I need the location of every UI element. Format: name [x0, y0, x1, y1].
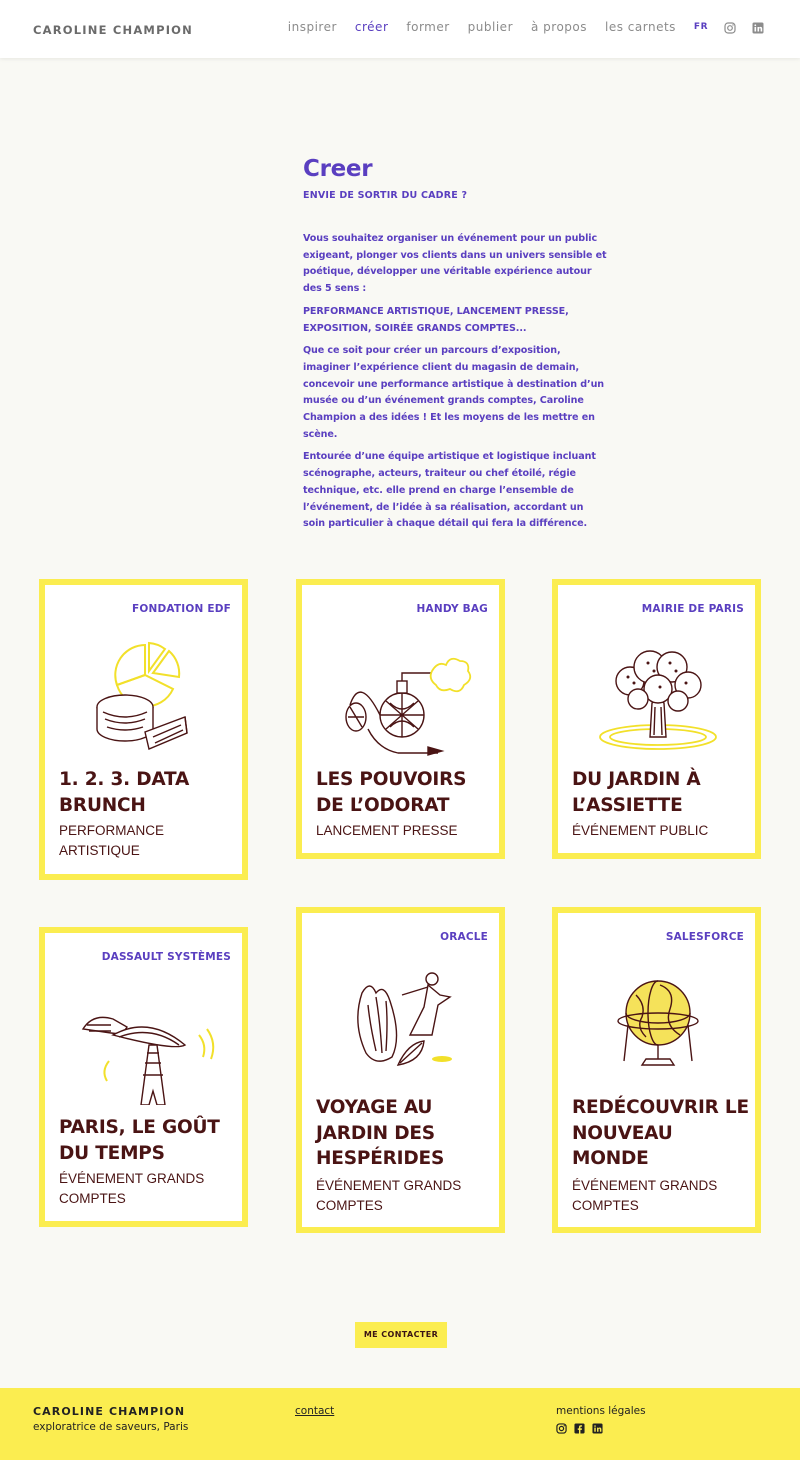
project-card[interactable]: DASSAULT SYSTÈMES PARIS, LE GOÛT DU TEMP… [39, 927, 248, 1227]
site-footer: CAROLINE CHAMPION exploratrice de saveur… [0, 1388, 800, 1460]
card-title: VOYAGE AU JARDIN DES HESPÉRIDES [316, 1097, 445, 1169]
page-subtitle: ENVIE DE SORTIR DU CADRE ? [303, 190, 468, 201]
perfume-atomizer-icon [302, 637, 499, 757]
card-type: ÉVÉNEMENT PUBLIC [572, 823, 709, 838]
intro-paragraph-4: Entourée d’une équipe artistique et logi… [303, 451, 596, 530]
intro-section: Creer ENVIE DE SORTIR DU CADRE ? Vous so… [303, 156, 608, 533]
footer-logo[interactable]: CAROLINE CHAMPION [33, 1405, 185, 1418]
card-title: REDÉCOUVRIR LE NOUVEAU MONDE [572, 1097, 749, 1169]
intro-paragraph-2: PERFORMANCE ARTISTIQUE, LANCEMENT PRESSE… [303, 305, 569, 334]
cloche-eiffel-tower-icon [45, 985, 242, 1106]
contact-button[interactable]: ME CONTACTER [355, 1322, 447, 1348]
card-title: 1. 2. 3. DATA BRUNCH [59, 769, 190, 816]
instagram-icon[interactable] [724, 21, 736, 34]
facebook-icon[interactable] [574, 1421, 585, 1434]
site-header: CAROLINE CHAMPION inspirer créer former … [0, 0, 800, 58]
card-client: DASSAULT SYSTÈMES [101, 951, 231, 963]
card-title: LES POUVOIRS DE L’ODORAT [316, 769, 467, 816]
card-client: ORACLE [440, 931, 488, 943]
footer-tagline: exploratrice de saveurs, Paris [33, 1421, 189, 1433]
cheese-pie-chart-icon [45, 637, 242, 757]
broccoli-icon [558, 637, 755, 757]
card-type: LANCEMENT PRESSE [316, 823, 458, 838]
card-type: ÉVÉNEMENT GRANDS COMPTES [572, 1178, 718, 1213]
language-switch[interactable]: FR [694, 22, 708, 32]
card-type: ÉVÉNEMENT GRANDS COMPTES [316, 1178, 462, 1213]
linkedin-icon[interactable] [752, 21, 764, 34]
instagram-icon[interactable] [556, 1421, 567, 1434]
intro-paragraph-1: Vous souhaitez organiser un événement po… [303, 233, 607, 295]
project-card[interactable]: SALESFORCE REDÉCOUVRIR LE NOUVEAU MONDE … [552, 907, 761, 1233]
project-card[interactable]: ORACLE VOYAGE AU JARDIN DES HESPÉRIDES É… [296, 907, 505, 1233]
project-card[interactable]: FONDATION EDF 1. 2. 3. DATA BRUNCH PERFO… [39, 579, 248, 880]
project-card[interactable]: MAIRIE DE PARIS DU JARDIN À L’ASSIETTE É… [552, 579, 761, 859]
nav-item-former[interactable]: former [406, 20, 449, 34]
page-title: Creer [303, 156, 373, 182]
footer-contact-link[interactable]: contact [295, 1405, 334, 1417]
globe-icon [558, 965, 755, 1085]
nav-item-creer[interactable]: créer [355, 20, 388, 34]
citron-goddess-icon [302, 965, 499, 1085]
site-logo[interactable]: CAROLINE CHAMPION [33, 23, 193, 37]
card-client: HANDY BAG [416, 603, 488, 615]
card-type: PERFORMANCE ARTISTIQUE [59, 823, 165, 858]
footer-social-icons [556, 1421, 603, 1434]
card-title: DU JARDIN À L’ASSIETTE [572, 769, 701, 816]
nav-item-a-propos[interactable]: à propos [531, 20, 587, 34]
nav-item-publier[interactable]: publier [468, 20, 513, 34]
nav-item-inspirer[interactable]: inspirer [288, 20, 337, 34]
linkedin-icon[interactable] [592, 1421, 603, 1434]
footer-legal-link[interactable]: mentions légales [556, 1405, 646, 1417]
intro-paragraph-3: Que ce soit pour créer un parcours d’exp… [303, 345, 605, 440]
card-title: PARIS, LE GOÛT DU TEMPS [59, 1117, 220, 1164]
nav-item-les-carnets[interactable]: les carnets [605, 20, 676, 34]
project-card[interactable]: HANDY BAG LES POUVOIRS DE L’ODORAT LANCE… [296, 579, 505, 859]
card-client: FONDATION EDF [131, 603, 231, 615]
main-nav: inspirer créer former publier à propos l… [270, 20, 764, 34]
card-client: SALESFORCE [665, 931, 744, 943]
card-client: MAIRIE DE PARIS [641, 603, 744, 615]
card-type: ÉVÉNEMENT GRANDS COMPTES [59, 1171, 205, 1206]
